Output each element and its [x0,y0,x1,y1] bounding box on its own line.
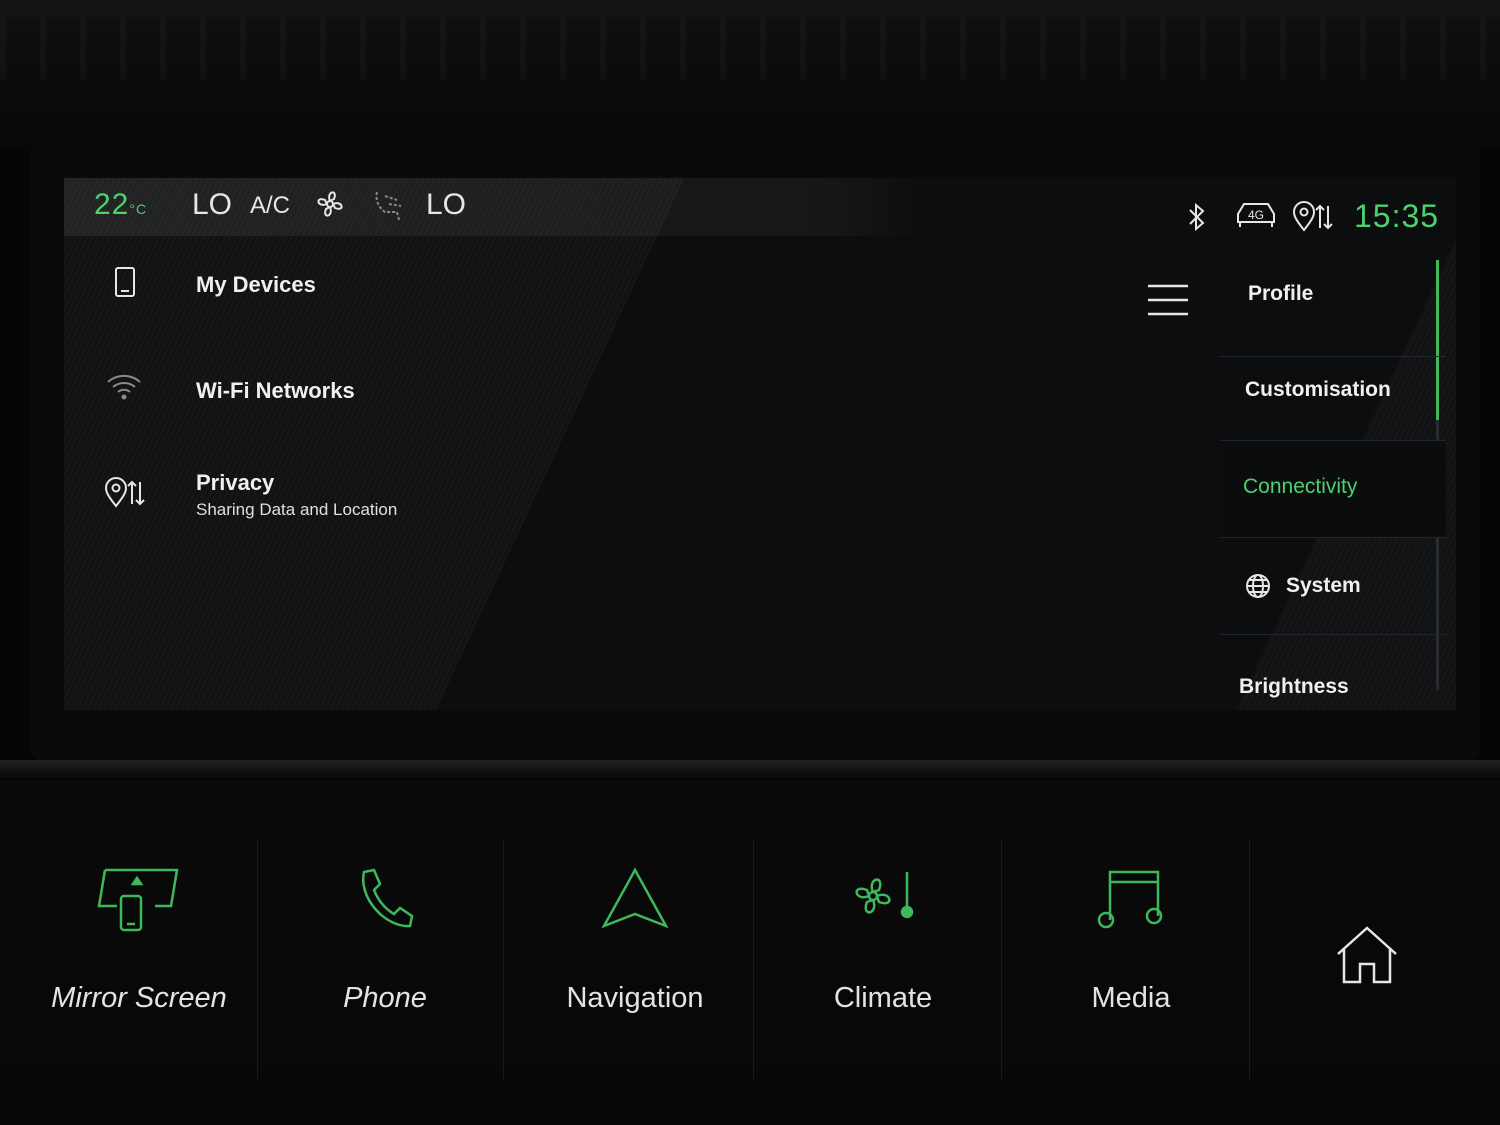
settings-row-sublabel: Sharing Data and Location [196,500,398,519]
key-label: Phone [343,982,427,1014]
phone-handset-icon [354,866,416,935]
music-note-icon [1096,866,1166,935]
tab-label: Customisation [1245,378,1391,401]
dashboard-trim [0,760,1500,778]
bluetooth-icon [1184,202,1210,240]
navigation-arrow-icon [600,866,670,935]
location-sharing-icon [1292,200,1336,242]
media-button[interactable]: Media [1012,840,1250,1080]
fan-icon[interactable] [312,186,348,230]
infotainment-screen: 22°C LO A/C LO 4G 15:35 My Devices Wi-Fi… [64,178,1456,710]
key-label: Navigation [566,982,704,1014]
settings-tabs: Profile Customisation Connectivity Syste… [1220,260,1456,710]
seat-airflow-icon[interactable] [369,186,409,234]
phone-icon [114,266,136,303]
shortcut-key-bar: Mirror Screen Phone Navigation Climate M… [0,780,1500,1125]
key-label: Mirror Screen [51,982,227,1014]
tab-brightness[interactable]: Brightness [1220,635,1446,710]
wifi-icon [106,372,142,405]
hamburger-menu-icon[interactable] [1146,282,1190,323]
tab-connectivity[interactable]: Connectivity [1220,441,1446,538]
dashboard-top [0,0,1500,150]
key-label: Media [1091,982,1171,1014]
home-icon [1334,924,1400,991]
settings-row-label: Privacy [196,470,275,495]
tab-customisation[interactable]: Customisation [1220,344,1446,441]
fan-speed-left[interactable]: LO [192,188,232,222]
settings-row-wifi-networks[interactable]: Wi-Fi Networks [64,348,1114,448]
globe-icon [1244,572,1272,605]
settings-row-label: My Devices [196,272,316,297]
key-label: Climate [833,982,933,1014]
location-sharing-icon [104,476,148,515]
tab-system[interactable]: System [1220,538,1446,635]
clock: 15:35 [1354,198,1440,234]
navigation-button[interactable]: Navigation [516,840,754,1080]
network-badge: 4G [1248,208,1264,222]
tab-label: Profile [1248,282,1314,305]
ac-button[interactable]: A/C [250,192,290,220]
climate-icon [845,866,921,935]
temperature-value: 22 [94,188,130,221]
temperature-readout[interactable]: 22°C [94,188,147,222]
tab-label: Connectivity [1243,475,1358,498]
tab-profile[interactable]: Profile [1220,260,1446,357]
car-network-icon: 4G [1234,200,1278,240]
mirror-screen-icon [97,866,181,943]
settings-row-privacy[interactable]: Privacy Sharing Data and Location [64,448,1114,548]
tab-label: Brightness [1239,675,1349,698]
fan-speed-right[interactable]: LO [426,188,466,222]
temperature-unit: °C [129,201,148,217]
settings-row-label: Wi-Fi Networks [196,378,355,403]
climate-button[interactable]: Climate [764,840,1002,1080]
settings-row-my-devices[interactable]: My Devices [64,244,1114,344]
phone-button[interactable]: Phone [266,840,504,1080]
mirror-screen-button[interactable]: Mirror Screen [20,840,258,1080]
home-button[interactable] [1248,840,1486,1080]
status-bar: 22°C LO A/C LO 4G 15:35 [64,178,1456,236]
air-vent [0,18,1500,80]
tab-label: System [1286,574,1361,597]
